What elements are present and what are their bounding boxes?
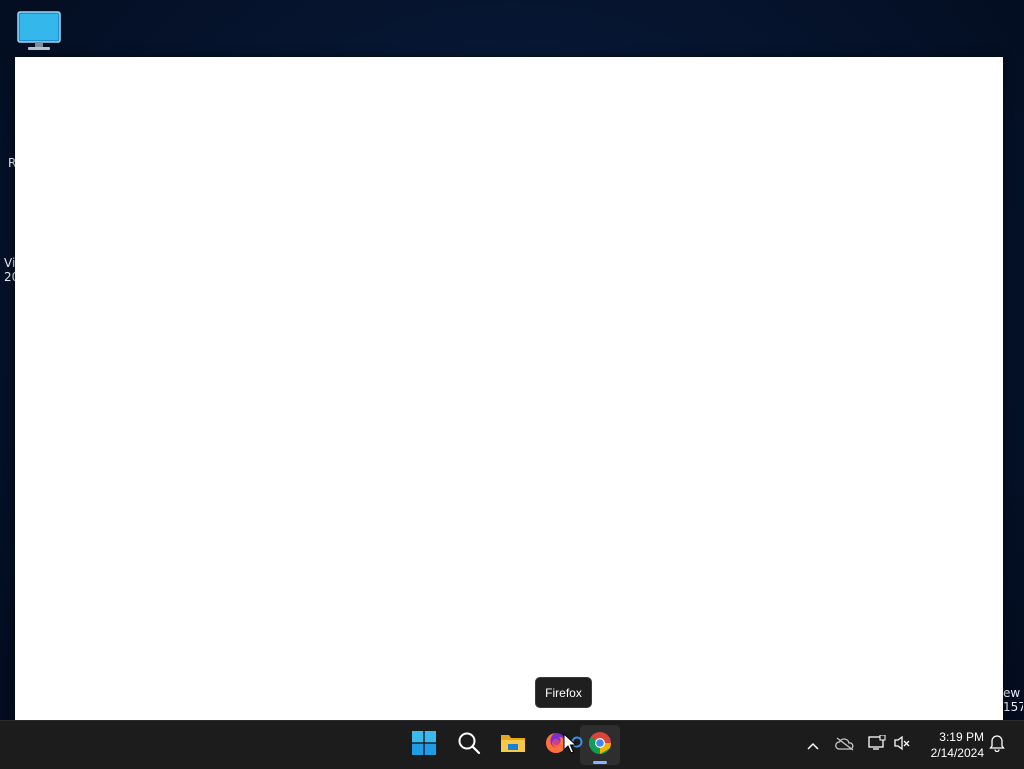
clock-time: 3:19 PM (939, 730, 984, 744)
chevron-up-icon (806, 736, 820, 755)
file-explorer-button[interactable] (493, 725, 533, 765)
clock[interactable]: 3:19 PM 2/14/2024 (920, 729, 984, 761)
network-button[interactable] (866, 733, 888, 757)
taskbar: 3:19 PM 2/14/2024 (0, 720, 1024, 769)
clock-date: 2/14/2024 (930, 746, 984, 760)
running-indicator (593, 761, 607, 764)
start-button[interactable] (404, 725, 444, 765)
windows-start-icon (412, 731, 436, 759)
mouse-cursor-icon (563, 732, 578, 755)
notifications-button[interactable] (986, 733, 1008, 757)
network-icon (868, 734, 886, 755)
folder-icon (500, 732, 526, 758)
bell-icon (989, 734, 1005, 756)
search-button[interactable] (449, 725, 489, 765)
volume-muted-icon (893, 735, 911, 755)
this-pc-monitor-icon[interactable] (16, 10, 62, 52)
onedrive-button[interactable] (834, 733, 856, 757)
blank-app-window[interactable] (15, 57, 1003, 720)
chrome-icon (588, 731, 612, 759)
show-hidden-icons-button[interactable] (802, 733, 824, 757)
watermark-fragment: ew 157 (1003, 686, 1023, 714)
onedrive-offline-icon (835, 736, 855, 755)
chrome-button[interactable] (580, 725, 620, 765)
volume-button[interactable] (891, 733, 913, 757)
search-icon (457, 731, 481, 759)
taskbar-tooltip: Firefox (535, 677, 592, 708)
